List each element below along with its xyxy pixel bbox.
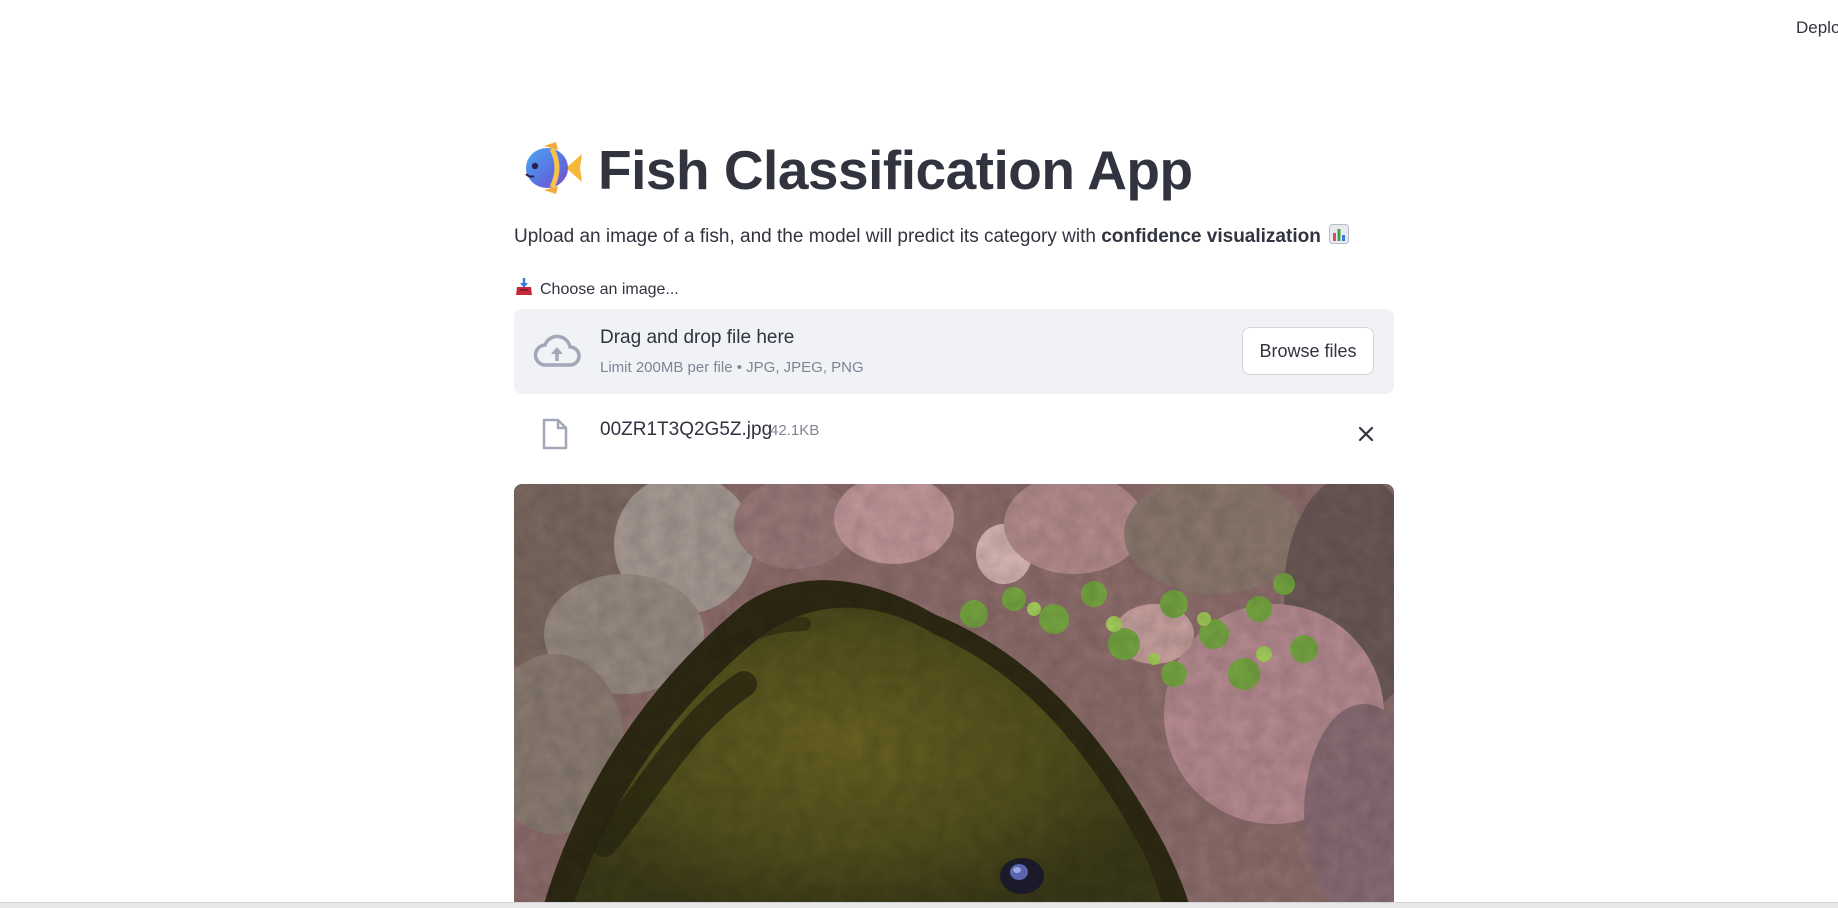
inbox-tray-icon — [516, 278, 532, 301]
app-header: Deploy — [0, 0, 1838, 60]
uploaded-file-name: 00ZR1T3Q2G5Z.jpg — [600, 419, 773, 440]
dropzone-limit-text: Limit 200MB per file • JPG, JPEG, PNG — [600, 359, 864, 376]
close-icon — [1352, 426, 1380, 451]
description-bold-text: confidence visualization — [1101, 226, 1321, 247]
file-icon — [542, 418, 568, 455]
page-title: Fish Classification App — [598, 139, 1193, 201]
cloud-upload-icon — [533, 333, 581, 374]
file-dropzone[interactable]: Drag and drop file here Limit 200MB per … — [514, 309, 1394, 394]
deploy-button[interactable]: Deploy — [1796, 18, 1838, 38]
tropical-fish-icon — [514, 140, 598, 201]
description-text: Upload an image of a fish, and the model… — [514, 226, 1102, 247]
remove-file-button[interactable] — [1352, 420, 1380, 448]
uploader-label-text: Choose an image... — [540, 280, 679, 298]
title-row: Fish Classification App — [514, 135, 1193, 205]
uploaded-file-item: 00ZR1T3Q2G5Z.jpg 42.1KB — [514, 410, 1394, 458]
browse-files-button[interactable]: Browse files — [1242, 327, 1374, 375]
uploader-label: Choose an image... — [516, 278, 679, 301]
page-description: Upload an image of a fish, and the model… — [514, 224, 1349, 250]
dropzone-title: Drag and drop file here — [600, 327, 795, 348]
bar-chart-icon — [1328, 224, 1349, 250]
window-bottom-edge — [0, 902, 1838, 908]
uploaded-file-size: 42.1KB — [770, 422, 820, 439]
uploaded-image-preview — [514, 484, 1394, 904]
